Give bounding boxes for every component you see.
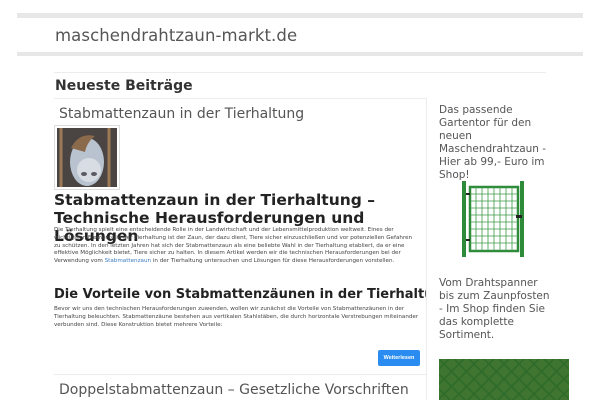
post-divider <box>54 98 426 99</box>
section-divider <box>54 72 546 73</box>
header-bar <box>17 52 583 56</box>
stabmattenzaun-link[interactable]: Stabmattenzaun <box>105 258 151 264</box>
intro-text-2: in der Tierhaltung untersuchen und Lösun… <box>151 258 395 265</box>
shop-ad-link[interactable]: Vom Drahtspanner bis zum Zaunpfosten - I… <box>439 277 551 342</box>
horse-photo-icon <box>57 128 117 187</box>
garden-gate-image[interactable] <box>461 179 529 259</box>
article-intro: Die Tierhaltung spielt eine entscheidend… <box>54 227 420 266</box>
post-title-link[interactable]: Stabmattenzaun in der Tierhaltung <box>59 106 304 122</box>
post-title-link[interactable]: Doppelstabmattenzaun – Gesetzliche Vorsc… <box>59 382 409 398</box>
chain-link-fence-image[interactable] <box>439 359 569 400</box>
post-divider <box>54 374 426 375</box>
read-more-button[interactable]: Weiterlesen <box>378 350 420 366</box>
article-body: Bevor wir uns den technischen Herausford… <box>54 306 419 328</box>
section-title: Neueste Beiträge <box>55 78 193 94</box>
gate-ad-link[interactable]: Das passende Gartentor für den neuen Mas… <box>439 104 551 182</box>
post-thumbnail[interactable] <box>54 125 120 190</box>
site-header: maschendrahtzaun-markt.de <box>17 18 583 52</box>
article-subheading: Die Vorteile von Stabmattenzäunen in der… <box>54 287 426 302</box>
site-title[interactable]: maschendrahtzaun-markt.de <box>55 26 297 45</box>
sidebar-divider <box>426 98 427 400</box>
post-list: Stabmattenzaun in der Tierhaltung Stabma… <box>54 98 426 400</box>
